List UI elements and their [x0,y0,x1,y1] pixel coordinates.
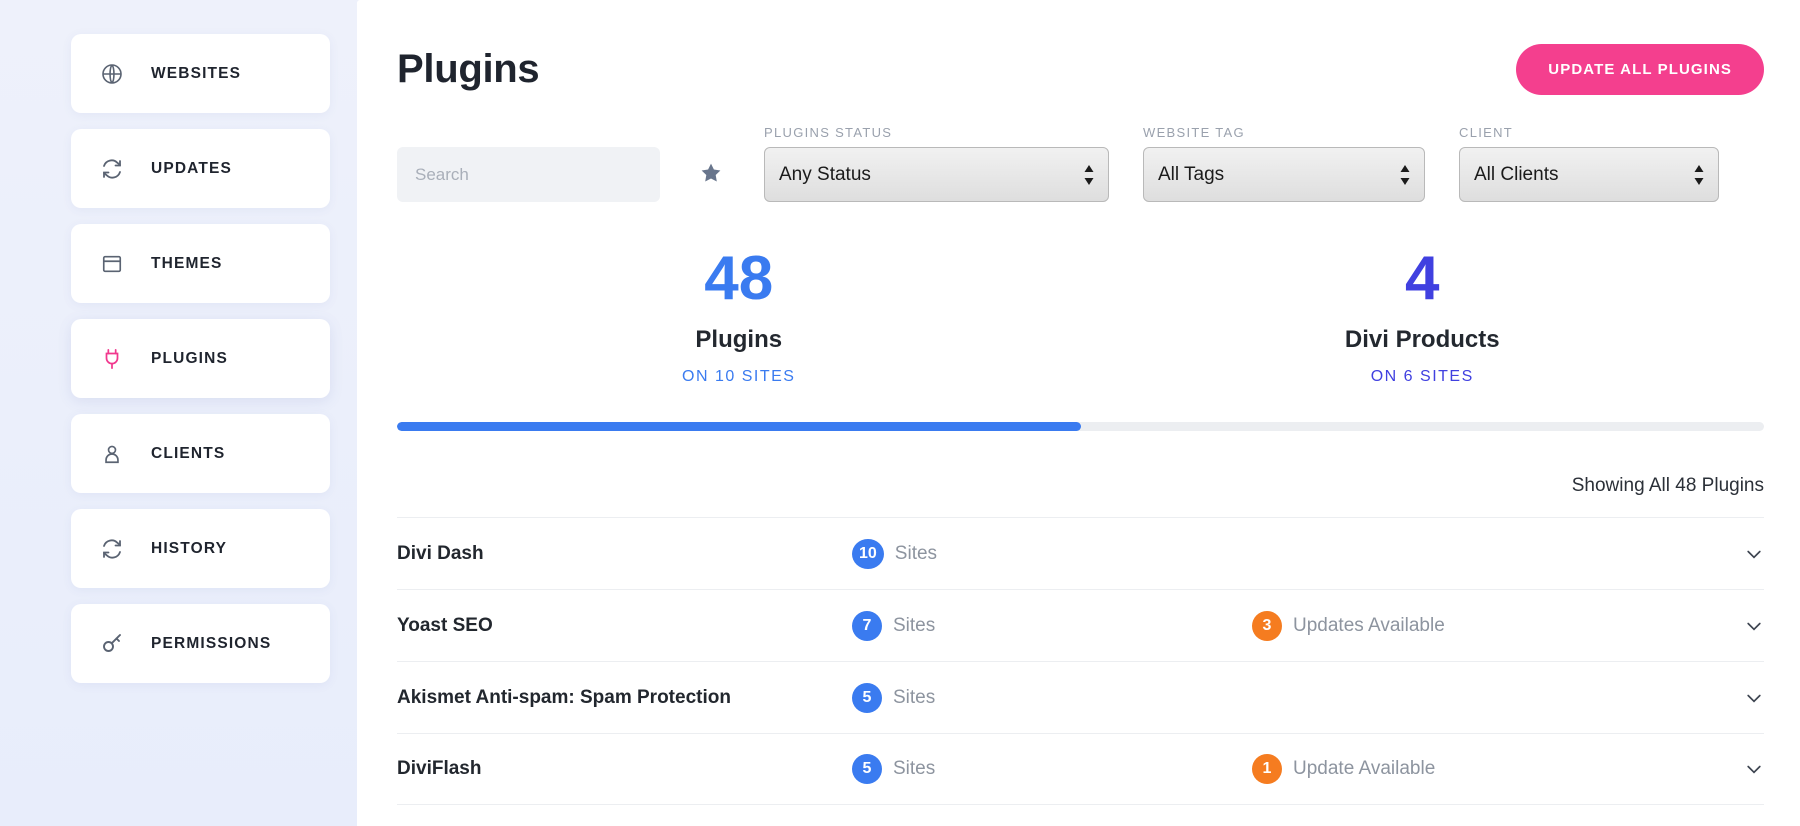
website-tag-select[interactable]: All Tags [1143,147,1425,202]
sites-label: Sites [893,758,935,780]
sidebar-item-websites[interactable]: WEBSITES [71,34,330,113]
filter-label: WEBSITE TAG [1143,125,1425,140]
sites-label: Sites [895,543,937,565]
plugin-updates: 1 Update Available [1252,754,1734,784]
filter-bar: PLUGINS STATUS Any Status WEBSITE TAG Al… [397,125,1764,202]
sidebar-item-label: HISTORY [151,540,227,558]
page-header: Plugins UPDATE ALL PLUGINS [397,0,1764,95]
plugin-sites: 7 Sites [852,611,1252,641]
plugin-name: Yoast SEO [397,615,852,637]
sidebar-item-label: CLIENTS [151,445,225,463]
filter-website-tag: WEBSITE TAG All Tags [1143,125,1425,202]
plugin-name: DiviFlash [397,758,852,780]
plug-icon [97,344,127,374]
table-row[interactable]: Divi Dash 10 Sites [397,517,1764,589]
search-field-wrapper [397,147,660,202]
key-icon [97,629,127,659]
star-icon[interactable] [698,160,724,186]
globe-icon [97,59,127,89]
filter-label: PLUGINS STATUS [764,125,1109,140]
plugin-updates: 3 Updates Available [1252,611,1734,641]
sidebar-item-label: THEMES [151,255,223,273]
updates-label: Updates Available [1293,615,1445,637]
table-row[interactable]: Yoast SEO 7 Sites 3 Updates Available [397,589,1764,661]
sidebar-item-label: WEBSITES [151,65,241,83]
chevron-down-icon[interactable] [1734,616,1764,636]
progress-bar [397,422,1764,431]
update-count-badge: 3 [1252,611,1282,641]
sidebar-item-label: PLUGINS [151,350,228,368]
plugins-status-select[interactable]: Any Status [764,147,1109,202]
refresh-icon [97,534,127,564]
site-count-badge: 5 [852,754,882,784]
filter-label: CLIENT [1459,125,1719,140]
stat-divi-products: 4 Divi Products ON 6 SITES [1081,248,1765,386]
stats-row: 48 Plugins ON 10 SITES 4 Divi Products O… [397,248,1764,386]
showing-count-label: Showing All 48 Plugins [397,475,1764,517]
search-input[interactable] [397,147,660,202]
sidebar-item-updates[interactable]: UPDATES [71,129,330,208]
sidebar-item-permissions[interactable]: PERMISSIONS [71,604,330,683]
sites-label: Sites [893,687,935,709]
site-count-badge: 5 [852,683,882,713]
refresh-icon [97,154,127,184]
site-count-badge: 10 [852,539,884,569]
stat-subtitle: ON 6 SITES [1081,368,1765,386]
updates-label: Update Available [1293,758,1435,780]
plugin-sites: 5 Sites [852,683,1252,713]
stat-plugins: 48 Plugins ON 10 SITES [397,248,1081,386]
page-title: Plugins [397,47,539,92]
table-row[interactable]: DiviFlash 5 Sites 1 Update Available [397,733,1764,805]
table-row[interactable]: Akismet Anti-spam: Spam Protection 5 Sit… [397,661,1764,733]
stat-number: 4 [1081,248,1765,310]
update-count-badge: 1 [1252,754,1282,784]
filter-client: CLIENT All Clients [1459,125,1719,202]
stat-name: Plugins [397,326,1081,354]
sidebar-item-history[interactable]: HISTORY [71,509,330,588]
site-count-badge: 7 [852,611,882,641]
plugin-sites: 5 Sites [852,754,1252,784]
plugin-name: Akismet Anti-spam: Spam Protection [397,687,852,709]
sidebar-item-themes[interactable]: THEMES [71,224,330,303]
plugin-list: Divi Dash 10 Sites Yoast SEO 7 Sites [397,517,1764,805]
stat-subtitle: ON 10 SITES [397,368,1081,386]
sidebar-item-clients[interactable]: CLIENTS [71,414,330,493]
chevron-down-icon[interactable] [1734,688,1764,708]
browser-window-icon [97,249,127,279]
app-root: WEBSITES UPDATES THEMES [0,0,1800,826]
chevron-down-icon[interactable] [1734,759,1764,779]
stat-number: 48 [397,248,1081,310]
main-content: Plugins UPDATE ALL PLUGINS PLUGINS STATU… [357,0,1800,826]
sidebar-item-label: PERMISSIONS [151,635,271,653]
stat-name: Divi Products [1081,326,1765,354]
sidebar-item-label: UPDATES [151,160,232,178]
chevron-down-icon[interactable] [1734,544,1764,564]
plugin-sites: 10 Sites [852,539,1252,569]
client-select[interactable]: All Clients [1459,147,1719,202]
sites-label: Sites [893,615,935,637]
filter-plugins-status: PLUGINS STATUS Any Status [764,125,1109,202]
progress-bar-fill [397,422,1081,431]
sidebar: WEBSITES UPDATES THEMES [0,0,357,826]
plugin-name: Divi Dash [397,543,852,565]
update-all-plugins-button[interactable]: UPDATE ALL PLUGINS [1516,44,1764,95]
user-icon [97,439,127,469]
sidebar-item-plugins[interactable]: PLUGINS [71,319,330,398]
